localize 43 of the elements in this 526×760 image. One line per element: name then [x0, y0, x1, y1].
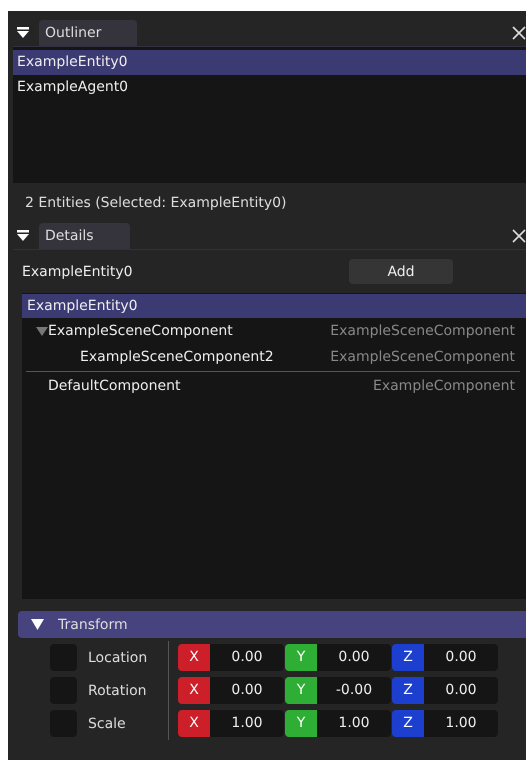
- add-button[interactable]: Add: [349, 259, 453, 284]
- collapse-icon[interactable]: [17, 230, 29, 242]
- value-field[interactable]: 1.00: [424, 710, 498, 737]
- value-field[interactable]: 1.00: [210, 710, 284, 737]
- value-field[interactable]: 0.00: [210, 644, 284, 671]
- value-field[interactable]: 0.00: [424, 644, 498, 671]
- axis-badge: X: [178, 677, 210, 704]
- value-field[interactable]: 0.00: [317, 644, 391, 671]
- value-field[interactable]: 1.00: [317, 710, 391, 737]
- component-type: ExampleSceneComponent: [330, 349, 515, 365]
- component-type: ExampleSceneComponent: [330, 323, 515, 339]
- panel-tab[interactable]: Outliner: [39, 20, 138, 46]
- axis-badge: Y: [285, 644, 317, 671]
- status-text: 2 Entities (Selected: ExampleEntity0): [24, 194, 288, 213]
- axis-badge: X: [178, 710, 210, 737]
- collapse-icon[interactable]: [17, 27, 29, 39]
- axis-badge: X: [178, 644, 210, 671]
- section-header[interactable]: Transform: [18, 611, 526, 638]
- axis-badge: Y: [285, 710, 317, 737]
- section-title: Transform: [58, 616, 128, 632]
- value-field[interactable]: 0.00: [210, 677, 284, 704]
- axis-badge: Z: [392, 710, 424, 737]
- property-label: Rotation: [87, 682, 148, 698]
- axis-badge: Z: [392, 644, 424, 671]
- property-label: Scale: [87, 716, 127, 732]
- component-name[interactable]: ExampleSceneComponent: [48, 323, 233, 339]
- value-field[interactable]: -0.00: [317, 677, 391, 704]
- component-name[interactable]: DefaultComponent: [48, 378, 180, 394]
- tree-item[interactable]: ExampleEntity0: [22, 294, 526, 318]
- panel-tab[interactable]: Details: [39, 223, 130, 249]
- component-name[interactable]: ExampleSceneComponent2: [80, 349, 274, 365]
- property-label: Location: [87, 650, 148, 666]
- value-field[interactable]: 0.00: [424, 677, 498, 704]
- expand-arrow-icon[interactable]: [36, 325, 48, 337]
- entity-item[interactable]: ExampleEntity0: [13, 50, 526, 75]
- axis-badge: Z: [392, 677, 424, 704]
- axis-badge: Y: [285, 677, 317, 704]
- close-icon[interactable]: [512, 26, 526, 40]
- entity-name: ExampleEntity0: [22, 264, 133, 280]
- expand-arrow-icon[interactable]: [31, 619, 44, 630]
- entity-item[interactable]: ExampleAgent0: [13, 75, 526, 100]
- component-type: ExampleComponent: [372, 378, 515, 394]
- close-icon[interactable]: [512, 229, 526, 243]
